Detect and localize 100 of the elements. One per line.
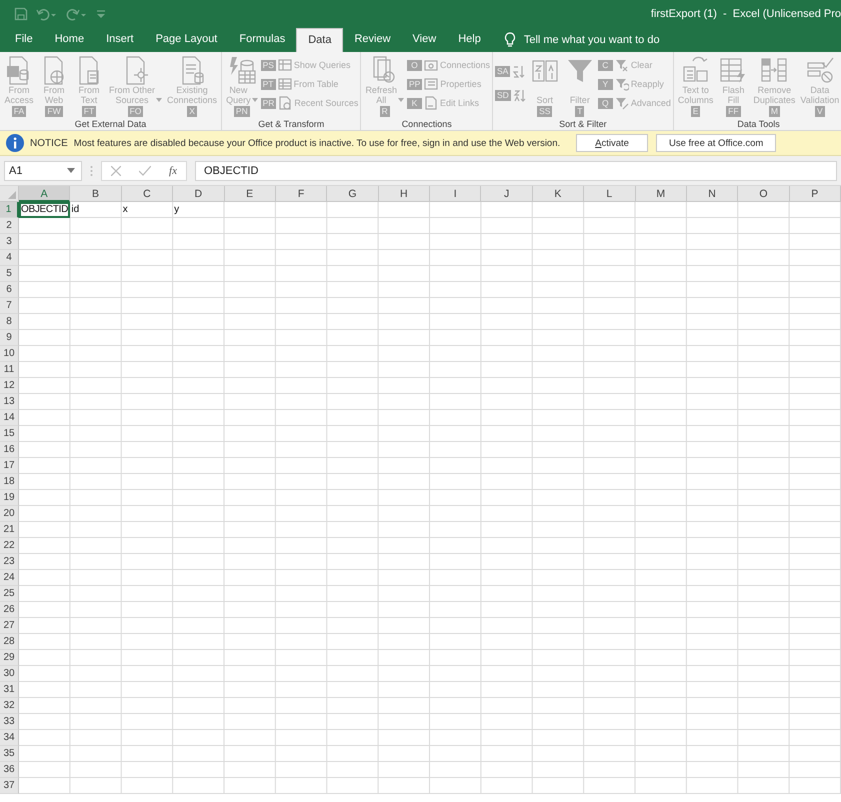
insert-function-button[interactable]: fx bbox=[169, 164, 177, 176]
table-cell[interactable]: y bbox=[173, 202, 224, 218]
table-icon bbox=[278, 77, 292, 91]
row-header[interactable]: 6 bbox=[0, 282, 19, 298]
row-header[interactable]: 26 bbox=[0, 602, 19, 618]
keytip-badge: O bbox=[406, 60, 422, 70]
ribbon-tab[interactable]: View bbox=[402, 28, 448, 52]
window-title: firstExport (1) - Excel (Unlicensed Pro bbox=[650, 8, 841, 20]
column-header[interactable]: N bbox=[686, 186, 738, 202]
group-label: Get & Transform bbox=[257, 118, 326, 130]
row-header[interactable]: 15 bbox=[0, 426, 19, 442]
row-header[interactable]: 24 bbox=[0, 570, 19, 586]
column-header[interactable]: D bbox=[173, 186, 224, 202]
row-header[interactable]: 33 bbox=[0, 714, 19, 730]
keytip-badge: C bbox=[598, 60, 613, 70]
cancel-icon[interactable] bbox=[111, 166, 121, 176]
connections-icon bbox=[424, 58, 438, 72]
keytip-badge: FW bbox=[45, 106, 63, 117]
keytip-badge: SS bbox=[537, 106, 552, 117]
ribbon-tab[interactable]: Data bbox=[296, 28, 344, 52]
notice-label: NOTICE bbox=[30, 138, 68, 148]
select-all-button[interactable] bbox=[0, 186, 19, 202]
grip-icon bbox=[90, 164, 93, 176]
row-header[interactable]: 19 bbox=[0, 490, 19, 506]
ribbon-tab[interactable]: Insert bbox=[95, 28, 145, 52]
lightbulb-icon[interactable] bbox=[504, 32, 516, 48]
group-label: Data Tools bbox=[736, 118, 781, 130]
row-header[interactable]: 8 bbox=[0, 314, 19, 330]
column-header[interactable]: F bbox=[276, 186, 328, 202]
table-cell[interactable]: x bbox=[122, 202, 174, 218]
row-header[interactable]: 20 bbox=[0, 506, 19, 522]
column-header[interactable]: E bbox=[224, 186, 276, 202]
column-header[interactable]: B bbox=[70, 186, 122, 202]
column-header[interactable]: G bbox=[327, 186, 379, 202]
row-header[interactable]: 23 bbox=[0, 554, 19, 570]
row-header[interactable]: 2 bbox=[0, 218, 19, 234]
column-header[interactable]: A bbox=[19, 186, 70, 202]
row-header[interactable]: 11 bbox=[0, 362, 19, 378]
check-icon[interactable] bbox=[139, 166, 152, 176]
notice-button[interactable]: Use free at Office.com bbox=[656, 134, 776, 152]
keytip-badge: FF bbox=[726, 106, 741, 117]
table-cell[interactable]: id bbox=[70, 202, 122, 218]
save-icon[interactable] bbox=[14, 7, 28, 21]
ribbon-tab[interactable]: Help bbox=[447, 28, 492, 52]
formula-field[interactable]: OBJECTID bbox=[195, 160, 837, 180]
keytip-badge: X bbox=[187, 106, 197, 117]
row-header[interactable]: 17 bbox=[0, 458, 19, 474]
row-header[interactable]: 5 bbox=[0, 266, 19, 282]
undo-icon[interactable] bbox=[36, 7, 58, 21]
ribbon-tab[interactable]: File bbox=[4, 28, 44, 52]
column-header[interactable]: P bbox=[790, 186, 841, 202]
row-header[interactable]: 13 bbox=[0, 394, 19, 410]
keytip-badge: K bbox=[406, 98, 422, 108]
column-header[interactable]: C bbox=[122, 186, 174, 202]
ribbon-tab[interactable]: Home bbox=[44, 28, 96, 52]
row-header[interactable]: 1 bbox=[0, 202, 19, 218]
row-header[interactable]: 28 bbox=[0, 634, 19, 650]
row-header[interactable]: 14 bbox=[0, 410, 19, 426]
row-header[interactable]: 31 bbox=[0, 682, 19, 698]
row-header[interactable]: 29 bbox=[0, 650, 19, 666]
row-header[interactable]: 32 bbox=[0, 698, 19, 714]
link-document-icon bbox=[424, 96, 438, 110]
row-header[interactable]: 12 bbox=[0, 378, 19, 394]
column-header[interactable]: M bbox=[636, 186, 687, 202]
row-header[interactable]: 16 bbox=[0, 442, 19, 458]
row-header[interactable]: 27 bbox=[0, 618, 19, 634]
clear-filter-icon bbox=[614, 58, 629, 72]
column-header[interactable]: K bbox=[532, 186, 584, 202]
search-field[interactable]: Tell me what you want to do bbox=[524, 34, 660, 46]
column-header[interactable]: H bbox=[378, 186, 430, 202]
keytip-badge: E bbox=[690, 106, 700, 117]
dropdown-icon bbox=[67, 168, 75, 173]
row-header[interactable]: 18 bbox=[0, 474, 19, 490]
reapply-filter-icon bbox=[614, 77, 629, 91]
row-header[interactable]: 34 bbox=[0, 730, 19, 746]
row-header[interactable]: 36 bbox=[0, 762, 19, 778]
row-header[interactable]: 30 bbox=[0, 666, 19, 682]
row-header[interactable]: 37 bbox=[0, 778, 19, 794]
row-header[interactable]: 4 bbox=[0, 250, 19, 266]
notice-button[interactable]: Activate bbox=[576, 134, 648, 152]
name-box[interactable]: A1 bbox=[4, 160, 82, 180]
row-header[interactable]: 22 bbox=[0, 538, 19, 554]
table-cell[interactable]: OBJECTID bbox=[19, 202, 70, 218]
ribbon-tab[interactable]: Page Layout bbox=[144, 28, 228, 52]
column-header[interactable]: I bbox=[430, 186, 482, 202]
row-header[interactable]: 3 bbox=[0, 234, 19, 250]
row-header[interactable]: 35 bbox=[0, 746, 19, 762]
row-header[interactable]: 7 bbox=[0, 298, 19, 314]
ribbon-tab[interactable]: Review bbox=[343, 28, 402, 52]
column-header[interactable]: J bbox=[481, 186, 533, 202]
notice-message: Most features are disabled because your Office product is inactive. To use for free, sign in and use the Web version. bbox=[74, 138, 560, 148]
redo-icon[interactable] bbox=[66, 7, 88, 21]
advanced-filter-icon bbox=[614, 96, 629, 110]
ribbon-tab[interactable]: Formulas bbox=[228, 28, 296, 52]
row-header[interactable]: 9 bbox=[0, 330, 19, 346]
column-header[interactable]: L bbox=[584, 186, 636, 202]
row-header[interactable]: 25 bbox=[0, 586, 19, 602]
column-header[interactable]: O bbox=[738, 186, 790, 202]
row-header[interactable]: 21 bbox=[0, 522, 19, 538]
row-header[interactable]: 10 bbox=[0, 346, 19, 362]
